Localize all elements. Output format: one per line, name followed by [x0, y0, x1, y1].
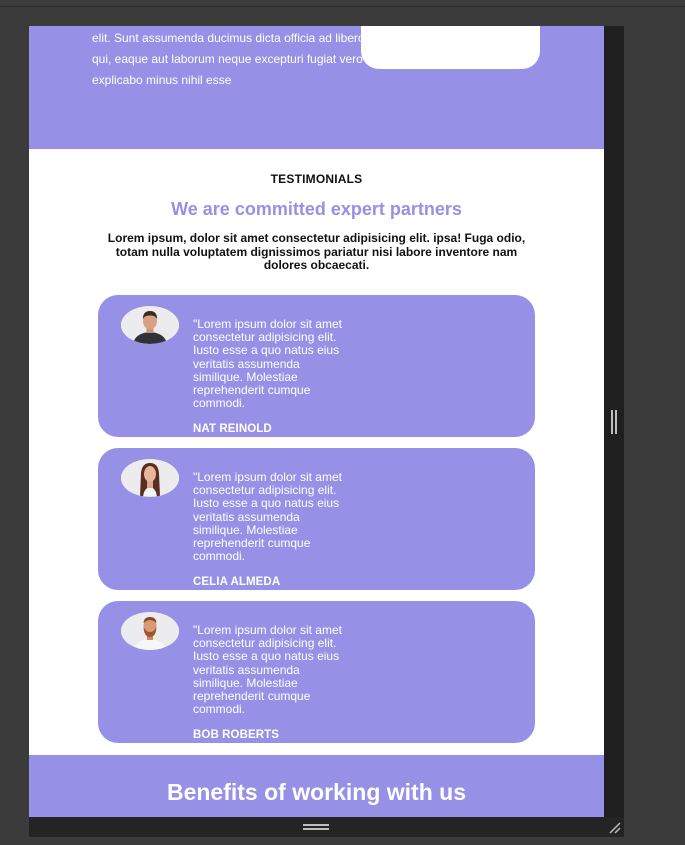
- vertical-resize-handle[interactable]: [610, 410, 618, 434]
- hero-image-card: [361, 26, 540, 69]
- testimonial-quote: "Lorem ipsum dolor sit amet consectetur …: [193, 317, 342, 411]
- woman-portrait-icon: [121, 459, 179, 497]
- horizontal-resize-handle[interactable]: [303, 824, 329, 832]
- preview-frame: elit. Sunt assumenda ducimus dicta offic…: [29, 26, 604, 817]
- testimonial-card: "Lorem ipsum dolor sit amet consectetur …: [98, 295, 535, 437]
- testimonial-card: "Lorem ipsum dolor sit amet consectetur …: [98, 601, 535, 743]
- hero-section: elit. Sunt assumenda ducimus dicta offic…: [29, 26, 604, 149]
- avatar: [121, 306, 179, 344]
- testimonial-card: "Lorem ipsum dolor sit amet consectetur …: [98, 448, 535, 590]
- testimonials-eyebrow: TESTIMONIALS: [270, 172, 363, 186]
- benefits-section: Benefits of working with us: [29, 755, 604, 817]
- avatar: [121, 459, 179, 497]
- testimonial-author: NAT REINOLD: [193, 423, 272, 435]
- testimonials-intro: Lorem ipsum, dolor sit amet consectetur …: [107, 231, 526, 272]
- testimonial-quote: "Lorem ipsum dolor sit amet consectetur …: [193, 623, 342, 717]
- testimonial-author: BOB ROBERTS: [193, 729, 280, 741]
- avatar: [121, 612, 179, 650]
- testimonial-author: CELIA ALMEDA: [193, 576, 281, 588]
- testimonial-quote: "Lorem ipsum dolor sit amet consectetur …: [193, 470, 342, 564]
- resize-grip-icon[interactable]: [606, 819, 622, 835]
- editor-top-strip: [0, 0, 685, 26]
- man-portrait-icon: [121, 306, 179, 344]
- testimonials-heading: We are committed expert partners: [171, 199, 462, 219]
- hero-description: elit. Sunt assumenda ducimus dicta offic…: [92, 31, 368, 87]
- bearded-man-portrait-icon: [121, 612, 179, 650]
- benefits-title: Benefits of working with us: [166, 779, 466, 805]
